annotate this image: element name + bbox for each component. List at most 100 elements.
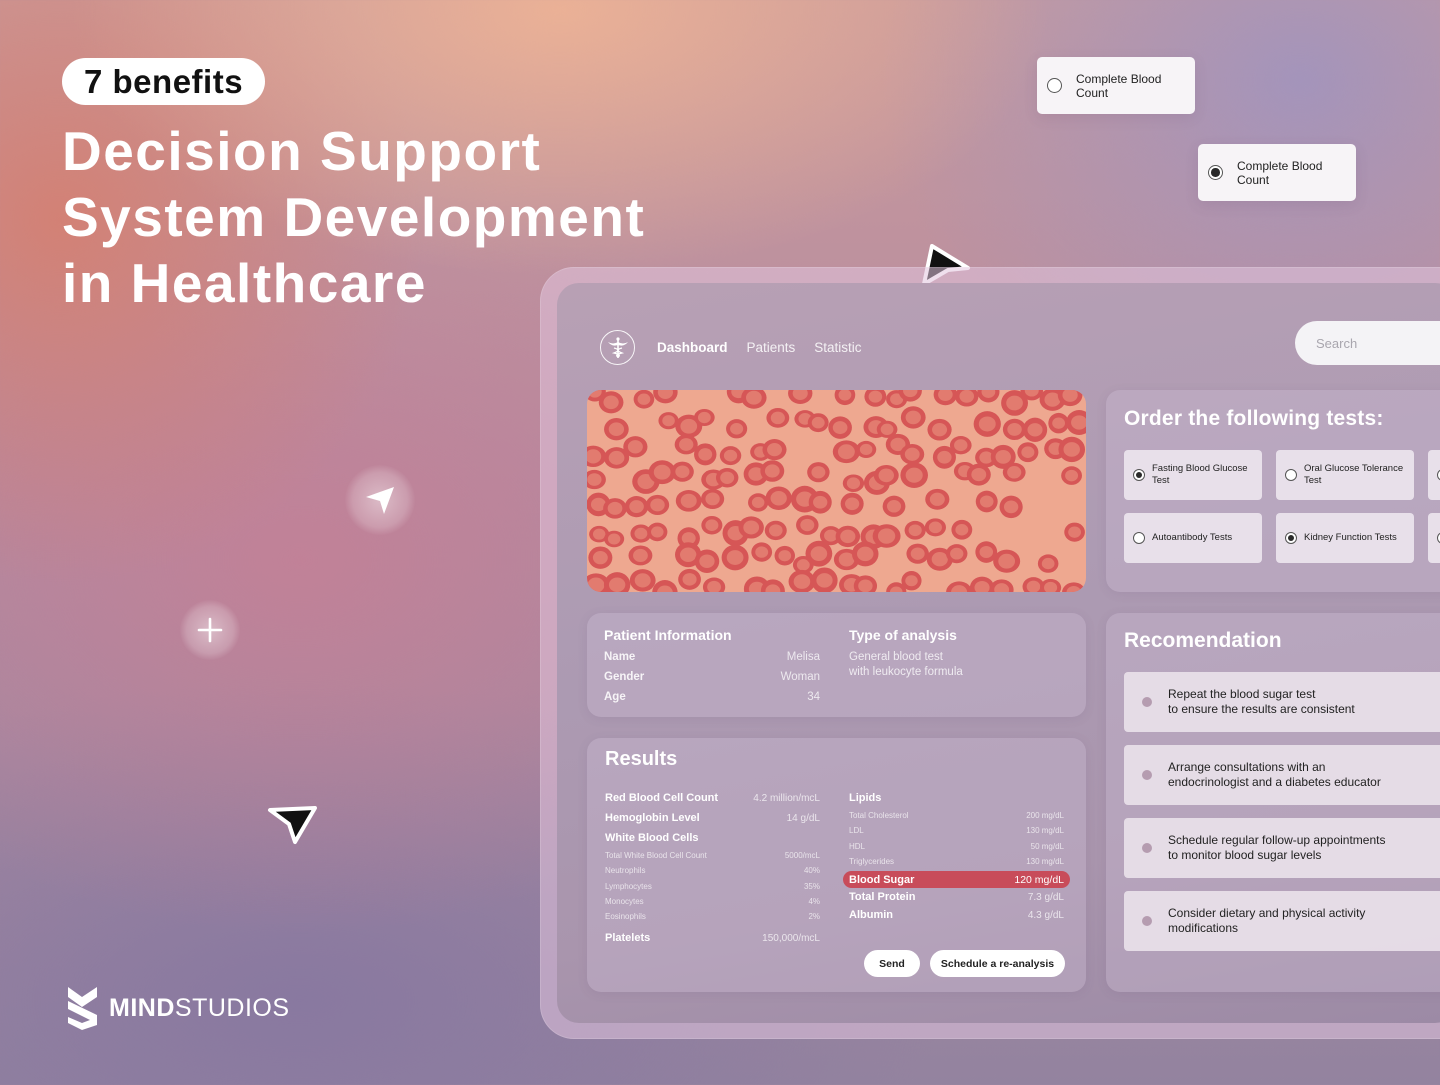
- red-blood-cell: [633, 390, 655, 409]
- red-blood-cell: [904, 520, 926, 540]
- red-blood-cell: [1058, 436, 1086, 463]
- bullet-dot-icon: [1142, 770, 1152, 780]
- result-label: Total Protein: [849, 891, 916, 904]
- red-blood-cell: [603, 498, 627, 519]
- mind-studios-mark-icon: [68, 987, 97, 1030]
- pointer-cursor-icon: [268, 806, 317, 844]
- send-button[interactable]: Send: [864, 950, 920, 977]
- test-option[interactable]: Fasting Blood Glucose Test: [1124, 450, 1262, 500]
- red-blood-cell: [993, 549, 1021, 573]
- result-sub-row: Monocytes 4%: [605, 894, 820, 909]
- plus-bubble: [180, 600, 240, 660]
- field-label: Gender: [604, 671, 645, 683]
- red-blood-cell: [882, 495, 906, 517]
- result-value: 120 mg/dL: [1014, 873, 1064, 886]
- result-row: Hemoglobin Level 14 g/dL: [605, 808, 820, 828]
- test-label: Kidney Function Tests: [1304, 532, 1397, 543]
- red-blood-cell: [808, 490, 832, 514]
- bullet-dot-icon: [1142, 843, 1152, 853]
- result-value: 35%: [803, 881, 820, 891]
- analysis-line: with leukocyte formula: [849, 666, 963, 678]
- result-label: Lymphocytes: [605, 881, 652, 891]
- logo-wordmark: MINDSTUDIOS: [109, 994, 290, 1023]
- red-blood-cell: [715, 468, 739, 488]
- result-value: 5000/mcL: [784, 851, 820, 861]
- test-option[interactable]: Autoantibody Tests: [1124, 513, 1262, 563]
- logo-bold: MIND: [109, 993, 175, 1022]
- red-blood-cell: [760, 460, 785, 482]
- red-blood-cell: [766, 408, 790, 428]
- result-label: HDL: [849, 841, 866, 851]
- red-blood-cell: [701, 488, 725, 510]
- result-row: Red Blood Cell Count 4.2 million/mcL: [605, 788, 820, 808]
- red-blood-cell: [629, 569, 656, 592]
- red-blood-cell: [1037, 554, 1059, 573]
- result-label: Albumin: [849, 909, 893, 922]
- radio-checked-icon[interactable]: [1208, 165, 1223, 180]
- test-option[interactable]: [1428, 450, 1440, 500]
- red-blood-cell: [925, 488, 950, 510]
- floating-option-card[interactable]: Complete Blood Count: [1037, 57, 1195, 114]
- mind-studios-logo: MINDSTUDIOS: [66, 985, 290, 1031]
- red-blood-cell: [927, 418, 952, 441]
- result-value: 4%: [808, 897, 820, 907]
- radio-checked-icon[interactable]: [1285, 532, 1297, 544]
- analysis-type-title: Type of analysis: [849, 627, 957, 643]
- bullet-dot-icon: [1142, 916, 1152, 926]
- red-blood-cell: [832, 440, 860, 464]
- search-input[interactable]: [1295, 321, 1440, 365]
- radio-checked-icon[interactable]: [1133, 469, 1145, 481]
- patient-info-row: Name Melisa: [604, 651, 820, 663]
- result-label: Total Cholesterol: [849, 811, 909, 821]
- results-right-column: Lipids Total Cholesterol 200 mg/dL LDL 1…: [843, 788, 1070, 924]
- lipids-heading: Lipids: [849, 792, 882, 804]
- red-blood-cell: [721, 544, 749, 571]
- result-value: 130 mg/dL: [1026, 826, 1064, 836]
- result-value: 2%: [808, 912, 820, 922]
- recommendation-item[interactable]: Schedule regular follow-up appointments …: [1124, 818, 1440, 878]
- result-row: Albumin 4.3 g/dL: [849, 906, 1064, 924]
- patient-info-panel: Patient Information Name Melisa Gender W…: [587, 613, 1086, 717]
- result-sub-row: LDL 130 mg/dL: [849, 823, 1064, 838]
- radio-unchecked-icon[interactable]: [1047, 78, 1062, 93]
- recommendation-item[interactable]: Arrange consultations with an endocrinol…: [1124, 745, 1440, 805]
- test-option[interactable]: Oral Glucose Tolerance Test: [1276, 450, 1414, 500]
- nav-item-statistic[interactable]: Statistic: [814, 340, 861, 355]
- recommendation-text: Schedule regular follow-up appointments …: [1168, 833, 1428, 863]
- red-blood-cell: [949, 436, 972, 455]
- red-blood-cell: [796, 515, 819, 535]
- paper-plane-icon: [366, 487, 394, 514]
- red-blood-cell: [604, 530, 625, 548]
- red-blood-cell: [598, 391, 624, 414]
- red-blood-cell: [624, 496, 649, 518]
- recommendation-item[interactable]: Repeat the blood sugar test to ensure th…: [1124, 672, 1440, 732]
- red-blood-cell: [588, 546, 613, 569]
- field-value: 34: [807, 691, 820, 703]
- recommendation-title: Recomendation: [1124, 629, 1282, 652]
- red-blood-cell: [924, 518, 946, 537]
- app-logo[interactable]: [600, 330, 635, 365]
- rec-line: Repeat the blood sugar test: [1168, 687, 1316, 701]
- radio-unchecked-icon[interactable]: [1285, 469, 1297, 481]
- main-nav: Dashboard Patients Statistic: [657, 340, 862, 355]
- recommendation-item[interactable]: Consider dietary and physical activity m…: [1124, 891, 1440, 951]
- result-label: Triglycerides: [849, 857, 895, 867]
- test-option[interactable]: [1428, 513, 1440, 563]
- nav-item-dashboard[interactable]: Dashboard: [657, 340, 728, 355]
- option-label: Complete Blood Count: [1237, 158, 1323, 187]
- floating-option-card[interactable]: Complete Blood Count: [1198, 144, 1356, 201]
- results-panel: Results Red Blood Cell Count 4.2 million…: [587, 738, 1086, 992]
- test-label: Autoantibody Tests: [1152, 532, 1233, 543]
- red-blood-cell: [906, 543, 929, 564]
- result-value: 4.3 g/dL: [1027, 909, 1064, 921]
- red-blood-cell: [1022, 417, 1048, 442]
- result-row: Total Protein 7.3 g/dL: [849, 888, 1064, 906]
- radio-unchecked-icon[interactable]: [1133, 532, 1145, 544]
- patient-info-row: Age 34: [604, 691, 820, 703]
- test-option[interactable]: Kidney Function Tests: [1276, 513, 1414, 563]
- schedule-reanalysis-button[interactable]: Schedule a re-analysis: [930, 950, 1065, 977]
- result-sub-row: Lymphocytes 35%: [605, 879, 820, 894]
- red-blood-cell: [671, 461, 694, 482]
- results-title: Results: [605, 748, 678, 770]
- nav-item-patients[interactable]: Patients: [747, 340, 796, 355]
